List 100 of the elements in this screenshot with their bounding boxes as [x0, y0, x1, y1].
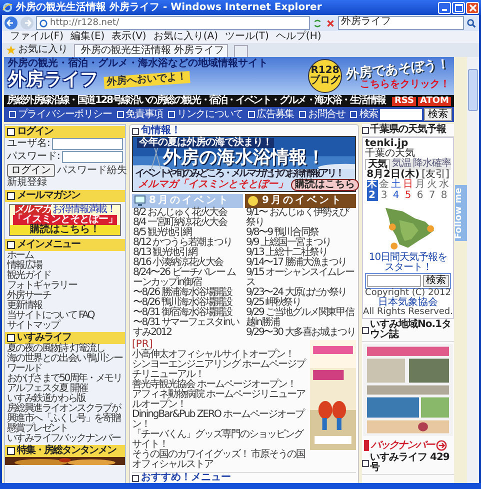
event-item[interactable]: 9/29〜30 大多喜お城まつり [245, 328, 356, 338]
search-label: 検索 [359, 110, 378, 120]
ad-link[interactable]: 「チーバくん」グッズ専門のショッピングサイト！ [132, 430, 307, 450]
event-item[interactable]: 8/12 かつうら若潮まつり [132, 238, 243, 248]
mail-banner[interactable]: メルマガ お得情報満載！ 「イスミンとそとぼー」 購読はこちら！ [9, 204, 121, 236]
event-item[interactable]: 8/4 一宮町納涼花火大会 [132, 218, 243, 228]
event-item[interactable]: 〜8/26 勝浦海水浴場開設 [132, 288, 243, 298]
nav-link[interactable]: お問合せ [308, 110, 346, 120]
day-tab[interactable]: 水 8 [438, 180, 450, 201]
article-link[interactable]: いすみ鉄道かわら版 [5, 394, 125, 404]
event-item[interactable]: 9/8〜9 鴨川合同祭 [245, 228, 356, 238]
login-button[interactable]: ログイン [7, 164, 55, 177]
event-item[interactable]: 9/9 上総国一宮まつり [245, 238, 356, 248]
event-item[interactable]: 8/24〜26 ビーチバレー ムーンカップin御宿 [132, 268, 243, 288]
computer-icon [134, 195, 146, 207]
search-button[interactable]: 検索 [424, 108, 452, 121]
article-link[interactable]: 房総興進ライオンスクラブが興進市へ「ふくし号」を寄贈 [5, 404, 125, 424]
ad-link[interactable]: 小高伸太オフィシャルサイトオープン！ [132, 350, 307, 360]
day-tab[interactable]: 火 7 [426, 180, 438, 201]
backnumber-button[interactable]: バックナンバー [362, 438, 454, 452]
nav-link[interactable]: 広告募集 [256, 110, 294, 120]
menu-item[interactable]: お気に入り(A) [153, 32, 218, 42]
ad-link[interactable]: DiningBar&Pub ZERO ホームページオープン！ [132, 410, 307, 430]
event-item[interactable]: 9/14〜17 勝浦大漁まつり [245, 258, 356, 268]
menu-link[interactable]: 更新情報 [5, 301, 125, 311]
article-link[interactable]: いすみライフバックナンバー [5, 434, 125, 444]
scrollbar[interactable] [467, 57, 479, 483]
address-field[interactable]: http://r128.net/ [36, 16, 310, 30]
menu-link[interactable]: 外房サーチ [5, 291, 125, 301]
weather-tab[interactable]: 降水確率 [413, 159, 451, 170]
event-item[interactable]: 8/16 小湊納涼花火大会 [132, 258, 243, 268]
event-item[interactable]: 8/5 観光地引網 [132, 228, 243, 238]
menu-link[interactable]: フォトギャラリー [5, 281, 125, 291]
ad-link[interactable]: そうの国のカワイイグッズ！ 市原そうの国オフィシャルストア [132, 450, 307, 470]
search-icon[interactable] [466, 18, 477, 28]
weather-tab[interactable]: 気温 [390, 159, 413, 170]
article-link[interactable]: 海の世界との出会い 鴨川シーワールド [5, 354, 125, 374]
close-button[interactable] [466, 2, 479, 14]
day-tab[interactable]: 月 6 [414, 180, 426, 201]
day-tab[interactable]: 日 5 [402, 180, 414, 201]
feed-button[interactable]: RSS [392, 96, 416, 106]
forecast-link[interactable]: 10日間天気予報をスタート！ [365, 253, 451, 273]
ad-link[interactable]: 善光寺観光協会 ホームページオープン！ [132, 380, 307, 390]
ad-link[interactable]: アフィネ動物病院 ホームページリニューアルオープン！ [132, 390, 307, 410]
weather-search-field[interactable] [367, 275, 421, 287]
nav-link[interactable]: リンクについて [176, 110, 243, 120]
sidebar-link[interactable]: パスワード紛失 [57, 166, 127, 176]
menu-link[interactable]: 情報広場 [5, 261, 125, 271]
event-item[interactable]: 8/13 観光地引網 [132, 248, 243, 258]
event-item[interactable]: 9/1〜 おんじゅく伊勢えび祭り [245, 208, 356, 228]
event-item[interactable]: 9/13 上総十二社祭り [245, 248, 356, 258]
banner-headline: 外房の海水浴情報！ [163, 148, 325, 168]
event-item[interactable]: 〜8/31 サマーフェスタinいすみ2012 [132, 318, 243, 338]
new-tab-button[interactable] [234, 45, 248, 57]
event-item[interactable]: 9/15 オーシャンスイムレース [245, 268, 356, 288]
subscribe-button[interactable]: 購読はこちら [291, 179, 359, 191]
arrow-icon [436, 440, 447, 450]
favorites-button[interactable]: お気に入り [6, 45, 68, 57]
article-link[interactable]: おかげさまで50周年・メモリアルフェスタ夏 開催 [5, 374, 125, 394]
menu-link[interactable]: サイトマップ [5, 321, 125, 331]
event-item[interactable]: 9/23〜24 大原はだか祭り [245, 288, 356, 298]
menu-link[interactable]: 当サイトについて FAQ [5, 311, 125, 321]
weather-tab[interactable]: 天気 [365, 159, 390, 170]
blog-badge[interactable]: R128 ブログ [308, 59, 342, 93]
subscribe-button[interactable]: 購読はこちら！ [10, 225, 120, 235]
article-link[interactable]: 夏の夜の風物詩 灯篭流し [5, 344, 125, 354]
event-item[interactable]: 〜8/26 鴨川海水浴場開設 [132, 298, 243, 308]
article-link[interactable]: 懸賞プレゼント [5, 424, 125, 434]
copyright-link[interactable]: 日本気象協会 [378, 298, 438, 308]
nav-link[interactable]: 免責事項 [126, 110, 164, 120]
menu-item[interactable]: ファイル(F) [10, 32, 64, 42]
bullet-icon [7, 192, 15, 200]
back-button[interactable] [4, 16, 18, 30]
day-tab[interactable]: 金 3 [378, 180, 390, 201]
stop-icon[interactable] [325, 18, 336, 28]
minimize-button[interactable] [438, 2, 451, 14]
menu-item[interactable]: ヘルプ(H) [276, 32, 322, 42]
event-item[interactable]: 9/29 ご当地グルメ関東甲信越in勝浦 [245, 308, 356, 328]
username-field[interactable] [52, 138, 123, 150]
menu-item[interactable]: 編集(E) [70, 32, 105, 42]
feed-button[interactable]: ATOM [418, 96, 451, 106]
day-tab[interactable]: 土 4 [390, 180, 402, 201]
password-field[interactable] [62, 151, 123, 163]
event-item[interactable]: 8/2 おんじゅく花火大会 [132, 208, 243, 218]
menu-link[interactable]: 観光ガイド [5, 271, 125, 281]
search-field[interactable]: 外房ライフ [338, 16, 464, 30]
sidebar-link[interactable]: 新規登録 [5, 178, 125, 189]
menu-item[interactable]: ツール(T) [225, 32, 269, 42]
menu-link[interactable]: ホーム [5, 251, 125, 261]
event-item[interactable]: 〜8/31 御宿海水浴場開設 [132, 308, 243, 318]
site-search-field[interactable] [380, 109, 422, 120]
browser-tab[interactable]: 外房の観光生活情報 外房ライフ [74, 44, 228, 57]
refresh-icon[interactable] [312, 18, 323, 28]
day-tab[interactable]: 木 2 [366, 180, 378, 201]
nav-link[interactable]: プライバシーポリシー [18, 110, 112, 120]
event-item[interactable]: 9/25 岬秋祭り [245, 298, 356, 308]
search-button[interactable]: 検索 [423, 275, 449, 287]
menu-item[interactable]: 表示(V) [112, 32, 146, 42]
maximize-button[interactable] [452, 2, 465, 14]
ad-link[interactable]: シンヨーエンジニアリング ホームページプチリニューアル！ [132, 360, 307, 380]
